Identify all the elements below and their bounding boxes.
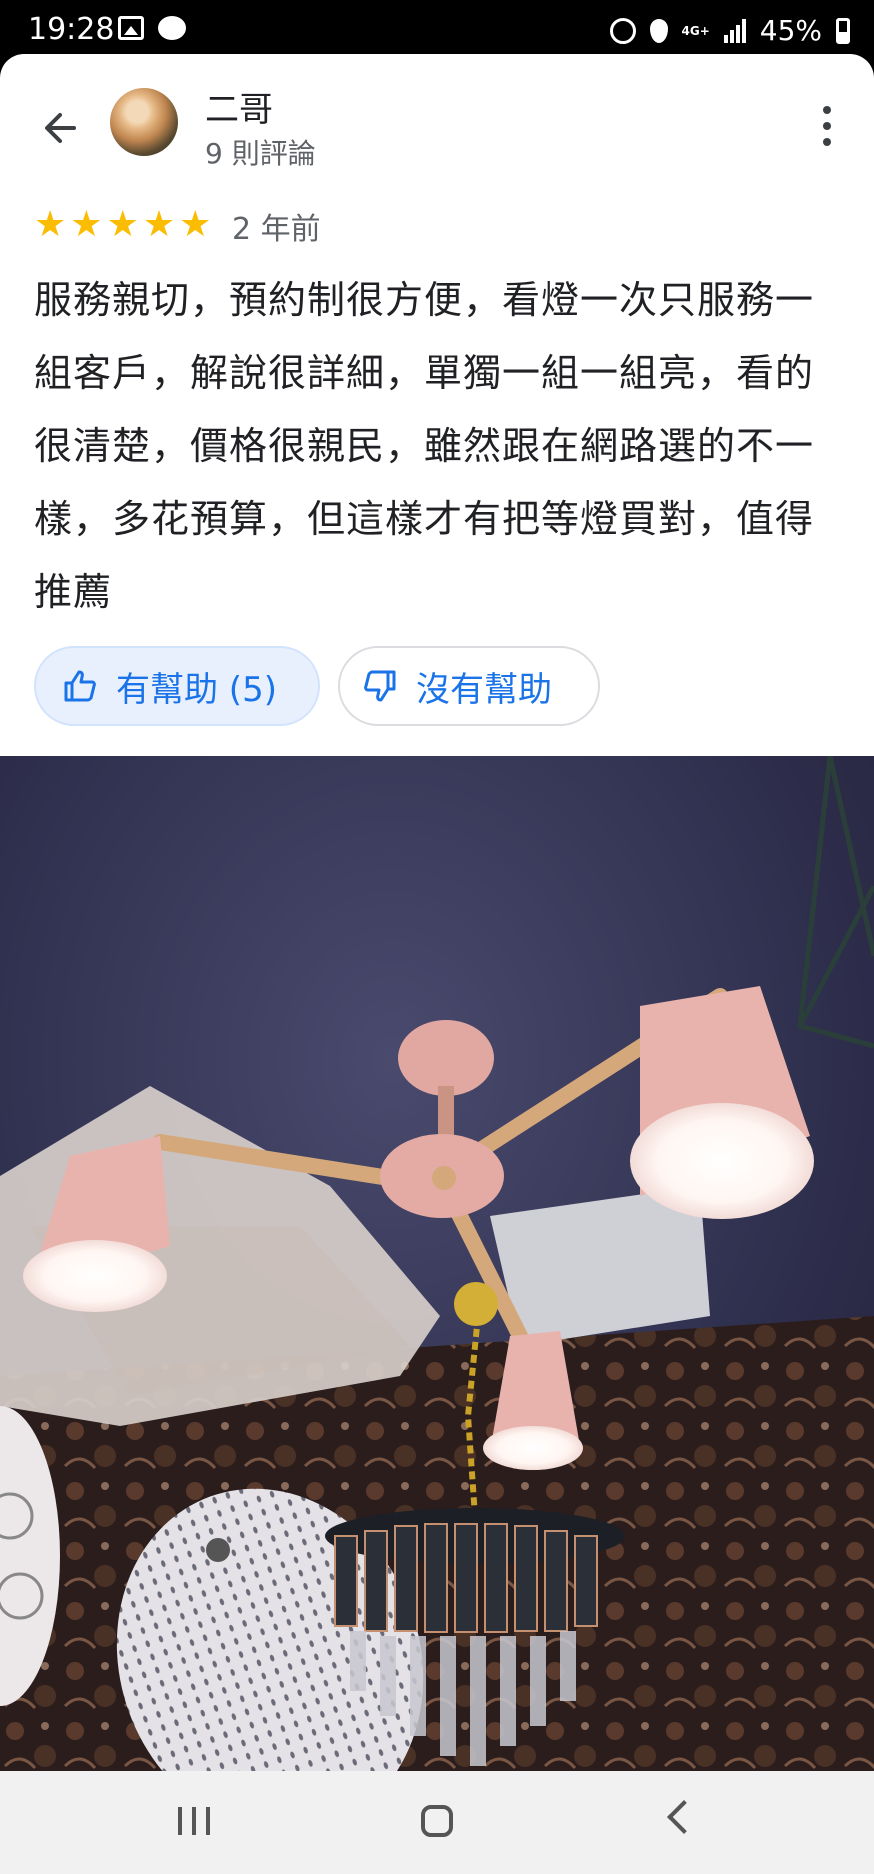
- avatar[interactable]: [110, 88, 178, 156]
- star-icon: ★: [179, 204, 212, 245]
- star-icon: ★: [34, 204, 67, 245]
- not-helpful-button[interactable]: 沒有幫助: [338, 646, 600, 726]
- navigation-bar: [0, 1771, 874, 1874]
- system-icons: 4G+ 45%: [609, 14, 850, 47]
- home-icon[interactable]: [421, 1805, 453, 1837]
- back-arrow-icon[interactable]: [34, 102, 86, 154]
- reviewer-name[interactable]: 二哥: [205, 82, 273, 131]
- helpful-label: 有幫助 (5): [116, 669, 277, 710]
- review-age: 2 年前: [232, 212, 321, 247]
- star-icon: ★: [106, 204, 139, 245]
- star-icon: ★: [70, 204, 103, 245]
- more-options-icon[interactable]: [820, 106, 834, 146]
- star-rating: ★ ★ ★ ★ ★: [34, 205, 211, 245]
- chat-notification-icon: [158, 16, 186, 40]
- notification-icons: [118, 16, 186, 40]
- back-nav-icon[interactable]: [667, 1800, 701, 1834]
- review-photo[interactable]: [0, 756, 874, 1771]
- image-notification-icon: [118, 16, 144, 40]
- thumbs-up-icon: [64, 670, 96, 702]
- location-icon: [649, 18, 668, 43]
- not-helpful-label: 沒有幫助: [416, 669, 552, 710]
- status-time: 19:28: [28, 12, 115, 47]
- review-card: 二哥 9 則評論 ★ ★ ★ ★ ★ 2 年前 服務親切，預約制很方便，看燈一次…: [0, 54, 874, 756]
- reviewer-review-count: 9 則評論: [205, 137, 316, 170]
- alarm-icon: [609, 17, 636, 44]
- network-type-icon: 4G+: [681, 23, 710, 38]
- helpful-button[interactable]: 有幫助 (5): [34, 646, 320, 726]
- review-text: 服務親切，預約制很方便，看燈一次只服務一組客戶，解說很詳細，單獨一組一組亮，看的…: [34, 278, 815, 614]
- signal-icon: [723, 18, 746, 43]
- status-bar: 19:28 4G+ 45%: [0, 0, 874, 60]
- photo-illustration: [0, 756, 874, 1771]
- battery-percent: 45%: [759, 14, 822, 47]
- recent-apps-icon[interactable]: [178, 1807, 210, 1835]
- thumbs-down-icon: [364, 670, 396, 702]
- battery-icon: [836, 17, 850, 44]
- star-icon: ★: [142, 204, 176, 245]
